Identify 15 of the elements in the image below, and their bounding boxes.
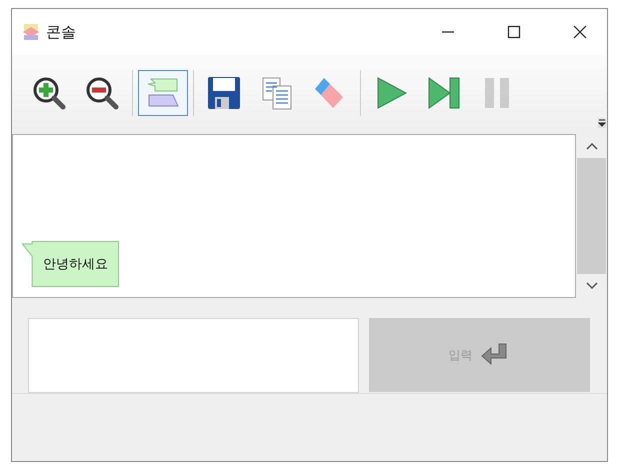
bubbles-button[interactable]	[138, 70, 188, 116]
message-input[interactable]	[28, 318, 359, 393]
zoom-in-icon	[31, 74, 67, 110]
overflow-icon[interactable]	[598, 118, 606, 128]
scroll-up-icon[interactable]	[586, 142, 598, 150]
app-icon	[22, 23, 40, 41]
close-icon[interactable]	[573, 25, 587, 39]
window-title: 콘솔	[46, 22, 76, 42]
save-icon	[206, 74, 242, 110]
scroll-thumb[interactable]	[577, 158, 606, 274]
step-forward-icon	[426, 74, 462, 110]
scroll-down-icon[interactable]	[586, 282, 598, 290]
message-bubble: 안녕하세요	[22, 241, 119, 287]
maximize-icon[interactable]	[507, 25, 521, 39]
zoom-out-icon	[84, 74, 120, 110]
